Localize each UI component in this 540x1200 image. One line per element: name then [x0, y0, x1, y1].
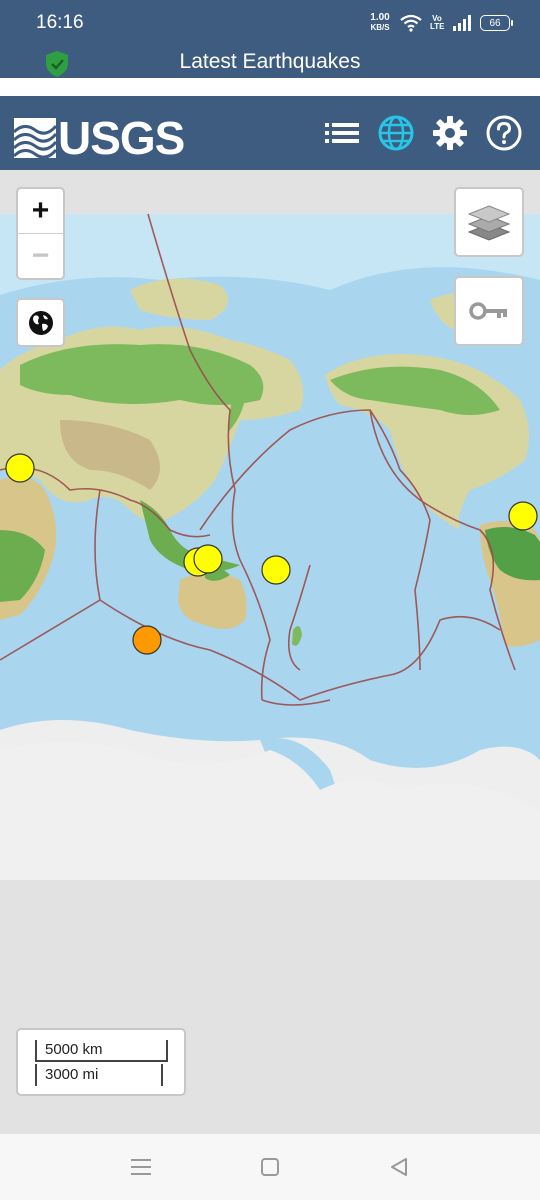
key-icon	[469, 302, 507, 320]
network-speed: 1.00 KB/S	[368, 13, 392, 33]
list-icon	[325, 123, 359, 143]
home-button[interactable]	[255, 1152, 285, 1182]
scale-km: 5000 km	[35, 1040, 168, 1062]
status-time: 16:16	[36, 12, 84, 33]
volte-icon: Vo LTE	[430, 14, 445, 31]
status-icons: Vo LTE 66	[400, 12, 513, 34]
signal-icon	[453, 15, 471, 31]
map-scale: 5000 km 3000 mi	[16, 1028, 186, 1096]
zoom-in-button[interactable]: +	[18, 189, 63, 233]
network-speed-value: 1.00	[370, 12, 390, 23]
recents-button[interactable]	[126, 1152, 156, 1182]
app-title: Latest Earthquakes	[179, 50, 361, 73]
map-view-button[interactable]	[377, 114, 415, 152]
earthquake-marker	[261, 555, 291, 585]
earthquake-marker	[193, 544, 223, 574]
world-view-button[interactable]	[16, 298, 65, 347]
system-nav-bar	[0, 1134, 540, 1200]
zoom-out-button[interactable]: −	[18, 233, 63, 277]
globe-icon	[378, 115, 414, 151]
world-icon	[28, 310, 53, 335]
earthquake-map[interactable]: + − 5000 km 3000 mi	[0, 170, 540, 1134]
usgs-header: USGS	[0, 96, 540, 170]
gear-icon	[433, 116, 467, 150]
home-icon	[261, 1158, 279, 1176]
usgs-logo-text: USGS	[58, 112, 185, 164]
earthquake-marker	[5, 453, 35, 483]
status-bar: 16:16 1.00 KB/S Vo LTE 66	[0, 0, 540, 46]
zoom-controls: + −	[16, 187, 65, 280]
back-button[interactable]	[384, 1152, 414, 1182]
layers-icon	[467, 205, 511, 241]
help-icon	[486, 115, 522, 151]
help-button[interactable]	[485, 114, 523, 152]
wifi-icon	[400, 14, 422, 32]
scale-mi: 3000 mi	[35, 1064, 163, 1086]
network-speed-unit: KB/S	[370, 23, 390, 32]
list-button[interactable]	[323, 114, 361, 152]
legend-key-button[interactable]	[454, 276, 524, 346]
battery-icon: 66	[480, 15, 513, 31]
layers-button[interactable]	[454, 187, 524, 257]
header-divider	[0, 78, 540, 96]
back-icon	[391, 1158, 407, 1176]
earthquake-marker	[508, 501, 538, 531]
settings-button[interactable]	[431, 114, 469, 152]
usgs-wave-icon	[14, 118, 56, 158]
earthquake-marker	[132, 625, 162, 655]
app-title-bar: Latest Earthquakes	[0, 46, 540, 78]
usgs-logo[interactable]: USGS	[14, 111, 185, 165]
recents-icon	[131, 1159, 151, 1175]
